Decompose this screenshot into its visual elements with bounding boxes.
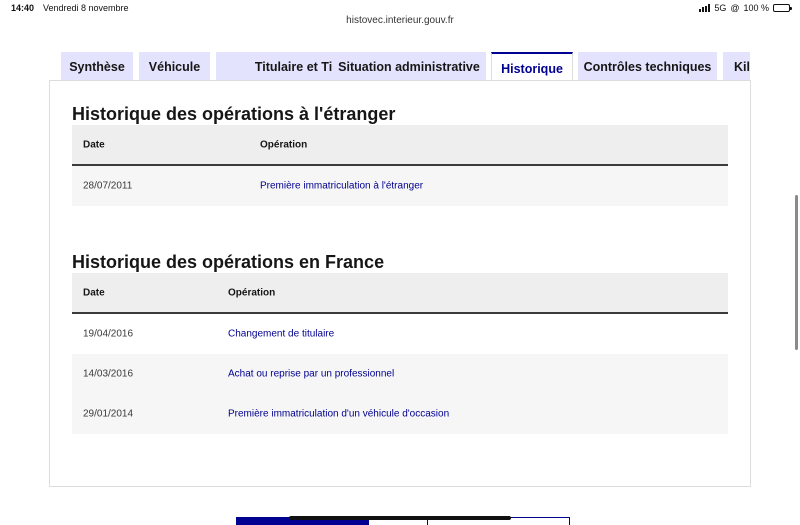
table-etranger: Date Opération 28/07/2011 Première immat… — [72, 125, 728, 206]
tab-kilometrage[interactable]: Kilo — [723, 52, 750, 82]
tab-label: Véhicule — [148, 60, 201, 74]
column-header-operation: Opération — [260, 139, 308, 150]
column-header-date: Date — [83, 287, 105, 298]
table-row: 19/04/2016 Changement de titulaire — [72, 314, 728, 354]
row-operation: Première immatriculation à l'étranger — [260, 180, 424, 192]
column-header-date: Date — [83, 139, 105, 150]
table-row: 14/03/2016 Achat ou reprise par un profe… — [72, 354, 728, 394]
table-row: 28/07/2011 Première immatriculation à l'… — [72, 166, 728, 206]
section-title-france: Historique des opérations en France — [72, 252, 385, 272]
tab-situation-administrative[interactable]: Situation administrative — [332, 52, 486, 82]
table-header: Date Opération — [72, 273, 728, 314]
row-operation: Première immatriculation d'un véhicule d… — [228, 408, 450, 420]
tab-synthese[interactable]: Synthèse — [61, 52, 133, 82]
status-time: 14:40 — [11, 3, 35, 13]
tab-label: Situation administrative — [338, 60, 480, 74]
address-bar[interactable]: histovec.interieur.gouv.fr — [0, 15, 800, 26]
tab-bar: Synthèse Véhicule Titulaire et Titre Sit… — [61, 52, 750, 82]
battery-label: 100 % — [743, 3, 769, 13]
row-operation: Changement de titulaire — [228, 328, 335, 340]
row-date: 14/03/2016 — [83, 368, 134, 380]
battery-icon — [773, 4, 792, 12]
tab-label: Synthèse — [69, 60, 125, 74]
orientation-lock-icon: @ — [730, 3, 740, 13]
row-date: 29/01/2014 — [83, 408, 134, 420]
tab-label: Historique — [501, 61, 563, 76]
home-indicator[interactable] — [289, 516, 511, 520]
tab-controles-techniques[interactable]: Contrôles techniques — [578, 52, 717, 82]
network-label: 5G — [714, 3, 727, 13]
tab-historique[interactable]: Historique — [491, 52, 573, 82]
tab-label: Kilo — [734, 60, 750, 74]
page-scrollbar[interactable] — [795, 195, 798, 350]
tab-vehicule[interactable]: Véhicule — [139, 52, 210, 82]
status-indicators: 5G @ 100 % — [699, 3, 792, 13]
signal-icon — [699, 4, 711, 12]
status-bar: 14:40 Vendredi 8 novembre 5G @ 100 % — [0, 0, 800, 16]
table-france: Date Opération 19/04/2016 Changement de … — [72, 273, 728, 434]
tab-label: Contrôles techniques — [583, 60, 712, 74]
table-row: 29/01/2014 Première immatriculation d'un… — [72, 394, 728, 434]
row-date: 28/07/2011 — [83, 180, 133, 192]
column-header-operation: Opération — [228, 287, 276, 298]
section-title-etranger: Historique des opérations à l'étranger — [72, 104, 396, 124]
table-header: Date Opération — [72, 125, 728, 166]
row-operation: Achat ou reprise par un professionnel — [228, 368, 395, 380]
status-date: Vendredi 8 novembre — [43, 3, 129, 13]
row-date: 19/04/2016 — [83, 328, 134, 340]
